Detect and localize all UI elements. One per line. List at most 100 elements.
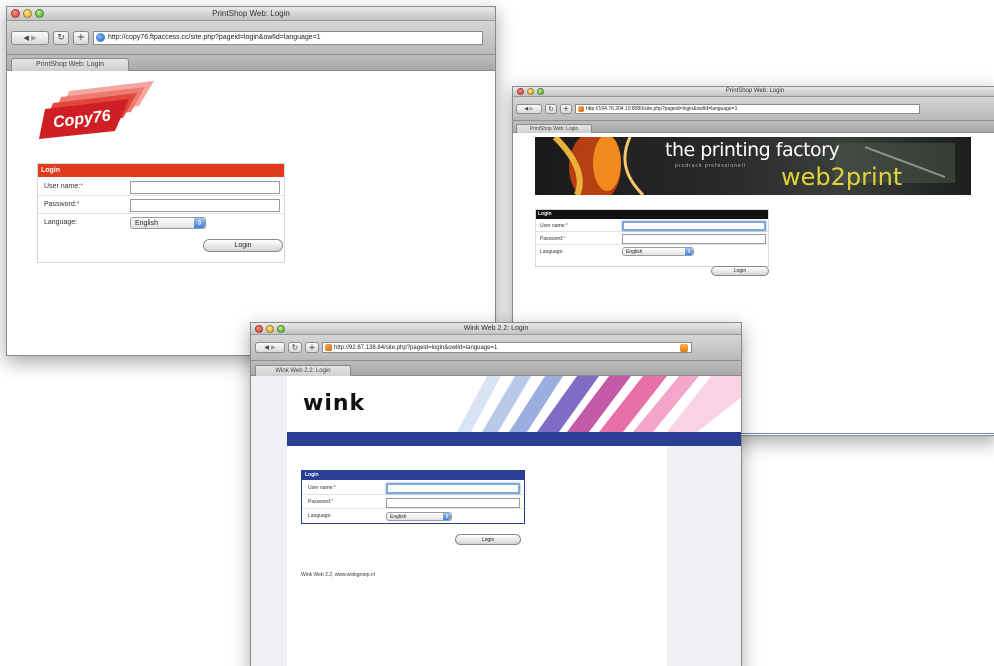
back-forward-button[interactable]: ◀ ▶ <box>516 103 542 114</box>
tab-wink-login[interactable]: Wink Web 2.2: Login <box>255 365 351 376</box>
rss-icon[interactable] <box>680 344 688 352</box>
window-controls <box>517 88 544 95</box>
login-panel: Login User name:* Password:* Language: E… <box>535 209 769 267</box>
language-value: English <box>390 514 407 520</box>
username-input[interactable] <box>386 483 520 494</box>
zoom-icon[interactable] <box>35 9 44 18</box>
add-icon: + <box>76 32 86 43</box>
zoom-icon[interactable] <box>537 88 544 95</box>
back-icon: ◀ <box>23 33 29 42</box>
reload-button[interactable]: ↻ <box>288 342 302 353</box>
wink-header-bar <box>287 432 741 446</box>
login-button[interactable]: Login <box>203 239 283 252</box>
address-bar[interactable]: http://194.76.204.10:8080/site.php?pagei… <box>575 103 920 114</box>
add-bookmark-button[interactable]: + <box>305 342 319 353</box>
close-icon[interactable] <box>11 9 20 18</box>
password-input[interactable] <box>622 234 766 244</box>
close-icon[interactable] <box>255 325 263 333</box>
browser-toolbar: ◀ ▶ ↻ + http://92.67.138.84/site.php?pag… <box>251 335 741 361</box>
dropdown-icon: ⇕ <box>685 248 693 255</box>
dropdown-icon: ⇕ <box>194 218 205 228</box>
language-value: English <box>135 220 158 227</box>
address-bar[interactable]: http://92.67.138.84/site.php?pageid=logi… <box>322 342 692 353</box>
add-icon: + <box>308 342 316 353</box>
reload-button[interactable]: ↻ <box>545 103 557 114</box>
window-title: PrintShop Web: Login <box>212 9 290 18</box>
zoom-icon[interactable] <box>277 325 285 333</box>
login-panel: Login User name:* Password:* Language: E… <box>301 470 525 524</box>
banner-title: the printing factory <box>665 139 840 161</box>
address-url: http://copy76.ftpaccess.cc/site.php?page… <box>108 34 321 41</box>
username-row: User name:* <box>536 220 768 232</box>
browser-window-copy76: PrintShop Web: Login ◀ ▶ ↻ + http://copy… <box>6 6 496 356</box>
add-icon: + <box>562 104 570 113</box>
forward-icon: ▶ <box>270 344 276 351</box>
add-bookmark-button[interactable]: + <box>73 30 89 45</box>
username-row: User name:* <box>302 481 524 495</box>
tab-bar: PrintShop Web: Login <box>513 121 994 133</box>
wink-logo: wink <box>303 391 366 416</box>
login-panel-header: Login <box>302 471 524 480</box>
browser-window-wink: Wink Web 2.2: Login ◀ ▶ ↻ + http://92.67… <box>250 322 742 666</box>
login-panel-header: Login <box>38 164 284 177</box>
username-input[interactable] <box>622 221 766 231</box>
address-url: http://92.67.138.84/site.php?pageid=logi… <box>334 344 498 351</box>
back-forward-button[interactable]: ◀ ▶ <box>255 342 285 353</box>
site-favicon-icon <box>325 344 332 351</box>
window-controls <box>11 9 44 18</box>
language-select[interactable]: English ⇕ <box>386 512 452 521</box>
tab-bar: Wink Web 2.2: Login <box>251 361 741 376</box>
minimize-icon[interactable] <box>23 9 32 18</box>
language-select[interactable]: English ⇕ <box>622 247 694 256</box>
username-label: User name:* <box>44 183 83 190</box>
banner-tagline: prodruck professionell <box>675 163 746 169</box>
wink-footer: Wink Web 2.2, www.winkgroep.nl <box>301 572 375 578</box>
password-label: Password:* <box>308 499 334 505</box>
reload-icon: ↻ <box>57 32 65 43</box>
minimize-icon[interactable] <box>266 325 274 333</box>
site-favicon-icon <box>578 105 584 112</box>
tab-printshop-login[interactable]: PrintShop Web: Login <box>11 58 129 71</box>
login-button[interactable]: Login <box>711 266 769 276</box>
address-url: http://194.76.204.10:8080/site.php?pagei… <box>586 105 738 112</box>
back-icon: ◀ <box>264 344 270 351</box>
window-titlebar: Wink Web 2.2: Login <box>251 323 741 335</box>
forward-icon: ▶ <box>31 33 37 42</box>
minimize-icon[interactable] <box>527 88 534 95</box>
login-panel-header: Login <box>536 210 768 219</box>
back-icon: ◀ <box>524 105 529 112</box>
language-label: Language: <box>308 513 332 519</box>
reload-button[interactable]: ↻ <box>53 30 69 45</box>
password-input[interactable] <box>130 199 280 212</box>
wink-header: wink <box>287 376 741 432</box>
reload-icon: ↻ <box>291 343 299 352</box>
language-row: Language: English ⇕ <box>302 510 524 523</box>
banner-subtitle: web2print <box>781 163 903 191</box>
language-value: English <box>626 249 643 255</box>
username-label: User name:* <box>308 485 336 491</box>
dropdown-icon: ⇕ <box>443 513 451 520</box>
login-button[interactable]: Login <box>455 534 521 545</box>
password-row: Password:* <box>536 233 768 245</box>
password-label: Password:* <box>44 201 80 208</box>
username-input[interactable] <box>130 181 280 194</box>
window-title: PrintShop Web: Login <box>725 88 785 94</box>
password-input[interactable] <box>386 498 520 508</box>
page-content: Copy76 Login User name:* Password:* Lang… <box>7 71 495 355</box>
add-bookmark-button[interactable]: + <box>560 103 572 114</box>
forward-icon: ▶ <box>529 105 534 112</box>
password-label: Password:* <box>540 236 566 242</box>
back-forward-button[interactable]: ◀ ▶ <box>11 30 49 45</box>
username-row: User name:* <box>38 179 284 196</box>
language-select[interactable]: English ⇕ <box>130 217 206 229</box>
address-bar[interactable]: http://copy76.ftpaccess.cc/site.php?page… <box>93 30 483 45</box>
username-label: User name:* <box>540 223 568 229</box>
language-label: Language: <box>44 219 78 226</box>
reload-icon: ↻ <box>548 104 554 113</box>
password-row: Password:* <box>38 197 284 214</box>
close-icon[interactable] <box>517 88 524 95</box>
tab-printshop-login[interactable]: PrintShop Web: Login <box>516 124 592 133</box>
globe-icon <box>96 33 105 42</box>
language-label: Language: <box>540 249 564 255</box>
window-titlebar: PrintShop Web: Login <box>513 87 994 97</box>
